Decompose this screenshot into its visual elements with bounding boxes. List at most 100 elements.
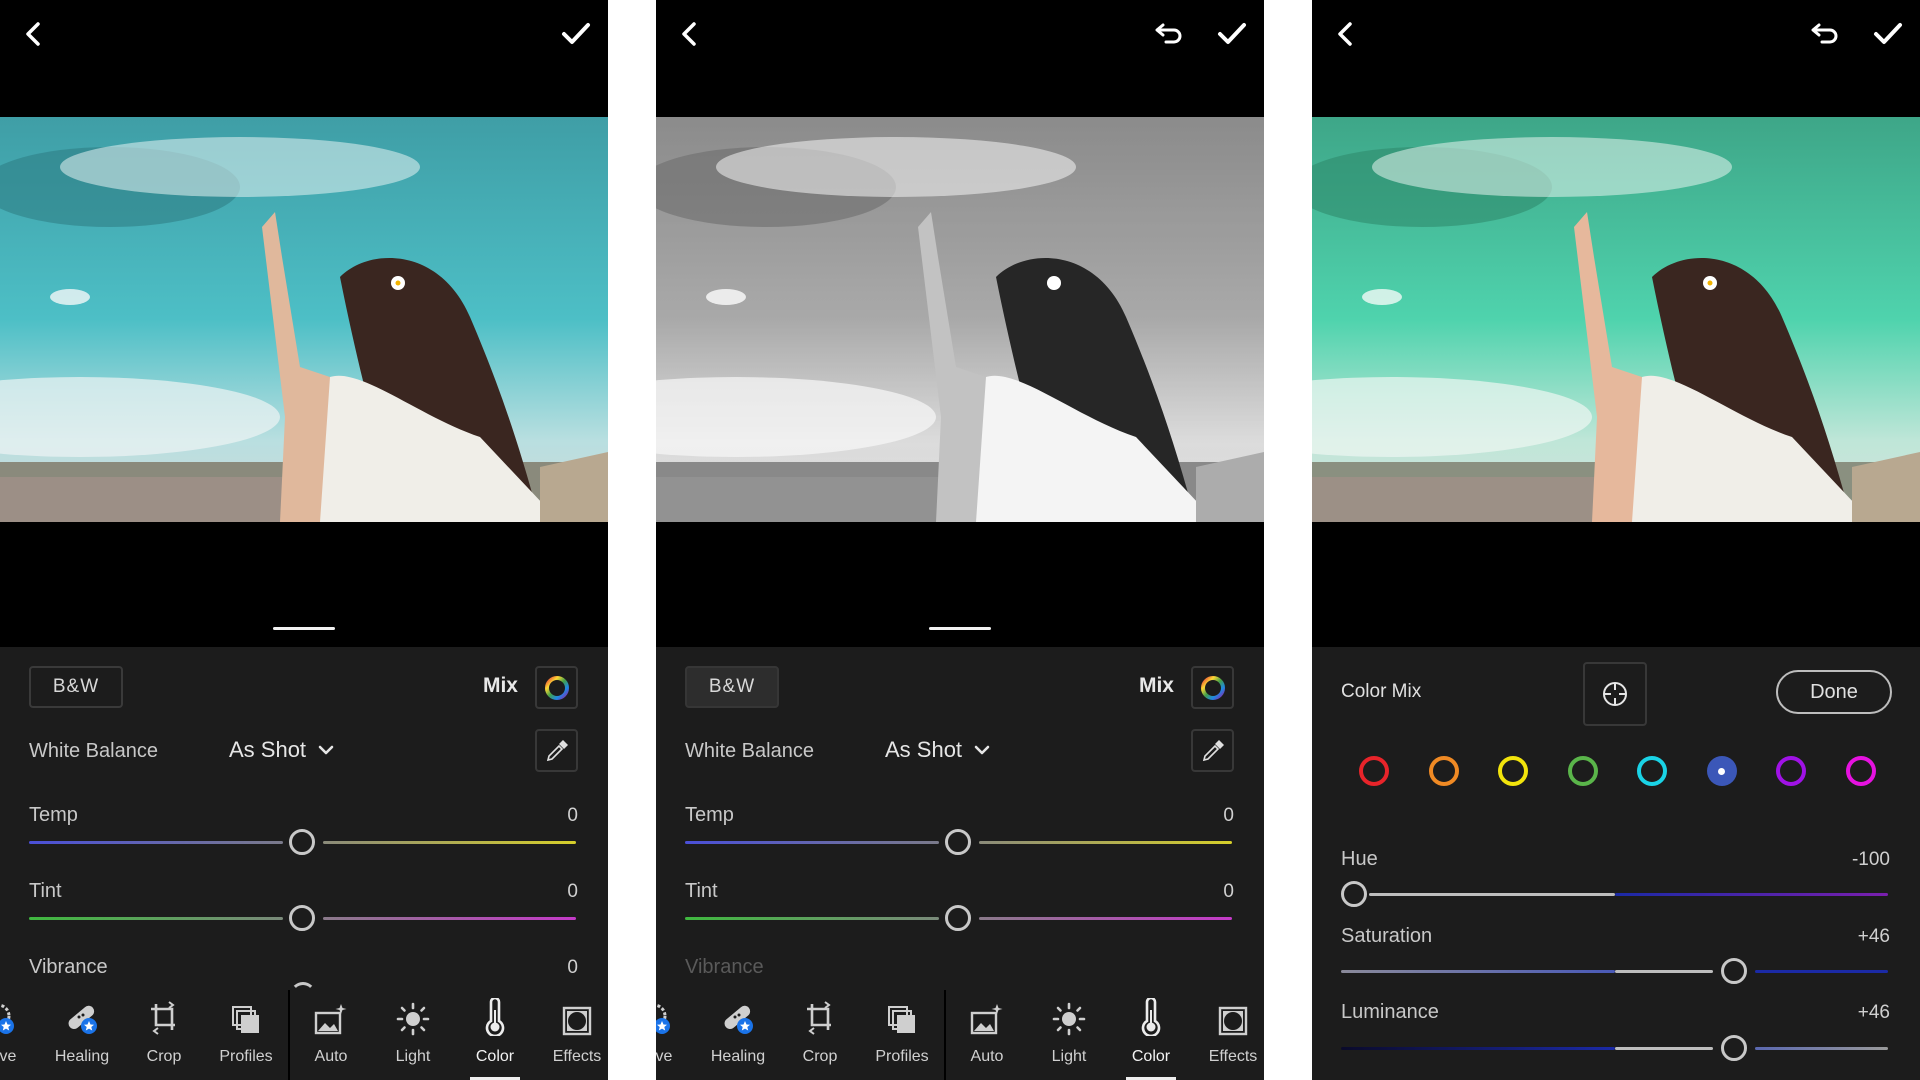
tool-selective-label: ctive <box>656 1048 673 1065</box>
tint-slider-thumb[interactable] <box>289 905 315 931</box>
undo-button[interactable] <box>1806 14 1846 54</box>
tool-profiles[interactable]: Profiles <box>862 990 942 1080</box>
crop-icon <box>807 1001 831 1035</box>
confirm-button[interactable] <box>1868 14 1908 54</box>
bw-toggle-button[interactable]: B&W <box>29 666 123 708</box>
temp-slider[interactable] <box>685 829 1232 855</box>
tool-auto-label: Auto <box>314 1048 348 1065</box>
toolbar-divider <box>944 990 946 1080</box>
chevron-left-icon <box>26 22 40 46</box>
saturation-slider-thumb[interactable] <box>1721 958 1748 984</box>
hue-slider-thumb[interactable] <box>1341 881 1367 907</box>
tool-crop-label: Crop <box>146 1048 182 1065</box>
hue-slider[interactable] <box>1341 881 1888 907</box>
photo-image <box>0 117 608 522</box>
saturation-value: +46 <box>1857 926 1890 947</box>
temp-slider-thumb[interactable] <box>945 829 971 855</box>
white-balance-picker-button[interactable] <box>535 729 578 772</box>
tool-light-label: Light <box>1051 1048 1087 1065</box>
luminance-label: Luminance <box>1341 1001 1439 1023</box>
tool-crop[interactable]: Crop <box>780 990 860 1080</box>
swatch-purple[interactable] <box>1776 756 1806 786</box>
panel-grab-handle[interactable] <box>929 627 991 630</box>
tool-color[interactable]: Color <box>455 990 535 1080</box>
luminance-slider-thumb[interactable] <box>1721 1035 1748 1061</box>
swatch-aqua[interactable] <box>1637 756 1667 786</box>
tool-effects[interactable]: Effects <box>1193 990 1264 1080</box>
selective-icon <box>656 1003 670 1034</box>
tint-value: 0 <box>567 881 578 902</box>
sun-icon <box>1052 1002 1086 1036</box>
tint-slider[interactable] <box>29 905 576 931</box>
photo-image <box>656 117 1264 522</box>
tool-profiles[interactable]: Profiles <box>206 990 286 1080</box>
back-button[interactable] <box>670 14 710 54</box>
saturation-slider[interactable] <box>1341 958 1888 984</box>
photo-preview[interactable] <box>0 117 608 522</box>
crop-icon <box>151 1001 175 1035</box>
swatch-red[interactable] <box>1359 756 1389 786</box>
color-mix-title: Color Mix <box>1341 681 1422 702</box>
color-wheel-icon <box>544 675 569 700</box>
color-mix-button[interactable] <box>1191 666 1234 709</box>
target-adjustment-button[interactable] <box>1583 662 1647 726</box>
tint-slider-thumb[interactable] <box>945 905 971 931</box>
swatch-yellow[interactable] <box>1498 756 1528 786</box>
tool-healing[interactable]: Healing <box>42 990 122 1080</box>
tool-light[interactable]: Light <box>373 990 453 1080</box>
bw-toggle-button[interactable]: B&W <box>685 666 779 708</box>
tool-color-label: Color <box>1131 1048 1171 1065</box>
tool-healing[interactable]: Healing <box>698 990 778 1080</box>
top-bar <box>656 0 1264 117</box>
eyedropper-icon <box>546 739 568 761</box>
temp-slider[interactable] <box>29 829 576 855</box>
tool-crop[interactable]: Crop <box>124 990 204 1080</box>
photo-preview[interactable] <box>656 117 1264 522</box>
tool-color[interactable]: Color <box>1111 990 1191 1080</box>
tint-label: Tint <box>29 880 62 902</box>
chevron-left-icon <box>682 22 696 46</box>
tool-selective[interactable]: ctive <box>656 990 696 1080</box>
hue-label: Hue <box>1341 848 1378 870</box>
checkmark-icon <box>1218 23 1246 44</box>
thermometer-icon <box>1141 998 1161 1036</box>
tool-selective[interactable]: ctive <box>0 990 40 1080</box>
swatch-blue[interactable] <box>1706 756 1737 786</box>
back-button[interactable] <box>1326 14 1366 54</box>
checkmark-icon <box>1874 23 1902 44</box>
panel-grab-handle[interactable] <box>273 627 335 630</box>
white-balance-dropdown[interactable]: As Shot <box>885 737 990 763</box>
temp-slider-thumb[interactable] <box>289 829 315 855</box>
tool-auto[interactable]: Auto <box>947 990 1027 1080</box>
done-button[interactable]: Done <box>1776 670 1892 714</box>
color-mix-button[interactable] <box>535 666 578 709</box>
screen-color-panel: B&W Mix White Balance As Shot Temp 0 Tin… <box>0 0 608 1080</box>
swatch-green[interactable] <box>1567 756 1598 786</box>
swatch-magenta[interactable] <box>1845 756 1876 786</box>
toolbar-divider <box>288 990 290 1080</box>
tool-light[interactable]: Light <box>1029 990 1109 1080</box>
tint-slider[interactable] <box>685 905 1232 931</box>
mix-label: Mix <box>1138 674 1174 697</box>
white-balance-dropdown[interactable]: As Shot <box>229 737 334 763</box>
photo-image <box>1312 117 1920 522</box>
screen-color-mix: Color Mix Done Hue -100 Saturation +46 L… <box>1312 0 1920 1080</box>
sun-icon <box>396 1002 430 1036</box>
eyedropper-icon <box>1202 739 1224 761</box>
vibrance-label-disabled: Vibrance <box>685 956 764 978</box>
auto-enhance-icon <box>970 1004 1003 1035</box>
photo-preview[interactable] <box>1312 117 1920 522</box>
luminance-slider[interactable] <box>1341 1035 1888 1061</box>
vibrance-label: Vibrance <box>29 956 108 978</box>
swatch-orange[interactable] <box>1428 756 1459 786</box>
tool-bar: ctive Healing Crop Profiles Auto Light C… <box>0 990 608 1080</box>
undo-button[interactable] <box>1150 14 1190 54</box>
tool-profiles-label: Profiles <box>219 1048 273 1065</box>
saturation-label: Saturation <box>1341 925 1433 947</box>
white-balance-picker-button[interactable] <box>1191 729 1234 772</box>
confirm-button[interactable] <box>556 14 596 54</box>
confirm-button[interactable] <box>1212 14 1252 54</box>
tool-auto[interactable]: Auto <box>291 990 371 1080</box>
back-button[interactable] <box>14 14 54 54</box>
tool-effects[interactable]: Effects <box>537 990 608 1080</box>
